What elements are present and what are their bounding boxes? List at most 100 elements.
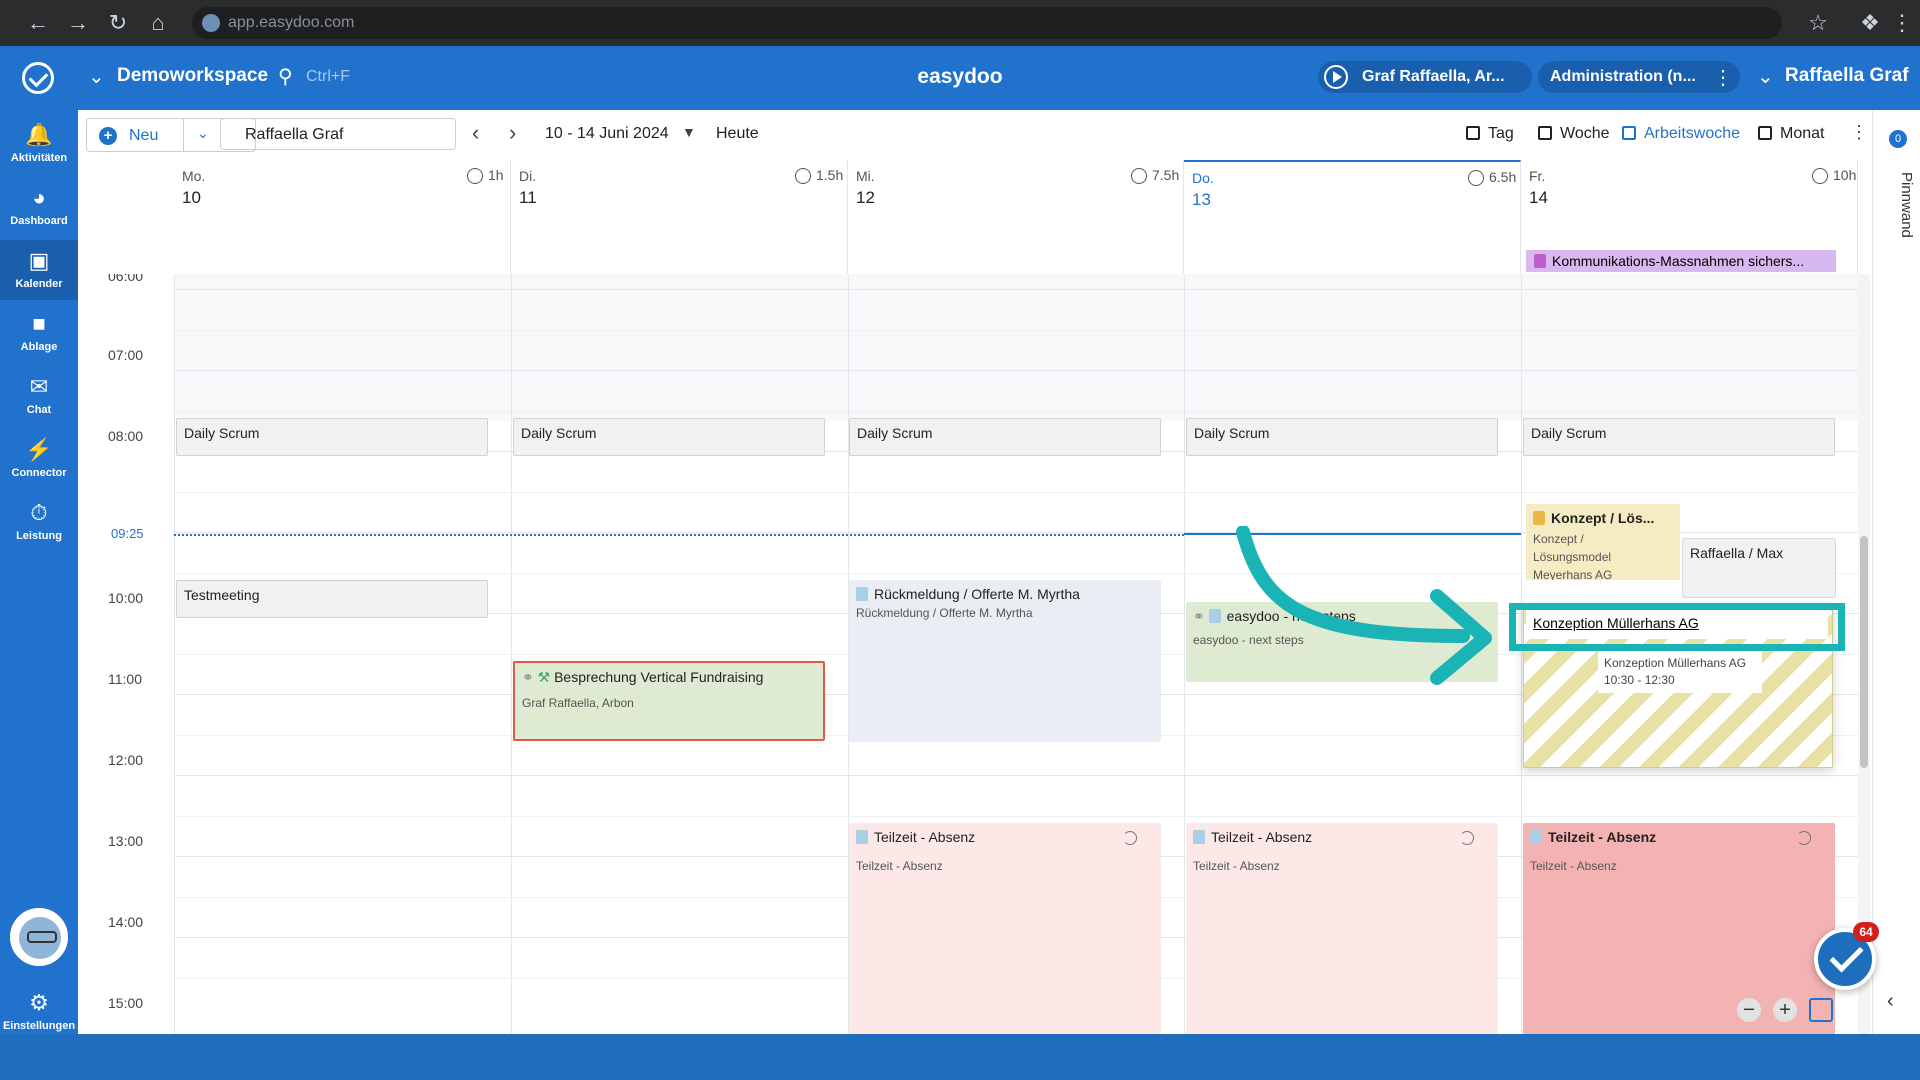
tooltip-title: Konzeption Müllerhans AG — [1604, 656, 1747, 670]
task-icon — [856, 587, 868, 601]
event-subtitle: Teilzeit - Absenz — [1193, 859, 1280, 873]
easydoo-logo-icon[interactable] — [22, 62, 54, 94]
divider — [183, 119, 184, 151]
project-pill[interactable]: Administration (n... ⋮ — [1538, 61, 1740, 93]
sidebar-item-ablage[interactable]: ■ Ablage — [0, 303, 78, 363]
day-number: 13 — [1192, 190, 1211, 209]
sidebar-item-aktivitaeten[interactable]: 🔔 Aktivitäten — [0, 114, 78, 174]
link-icon: ⚭ — [522, 669, 538, 685]
kebab-menu-icon[interactable]: ⋮ — [1850, 122, 1868, 143]
kebab-menu-icon[interactable]: ⋮ — [1713, 65, 1733, 90]
view-monat[interactable]: Monat — [1758, 125, 1824, 143]
search-icon[interactable]: ⚲ — [278, 64, 293, 89]
event-rueckmeldung[interactable]: Rückmeldung / Offerte M. Myrtha Rückmeld… — [849, 580, 1161, 742]
zoom-out-button[interactable]: − — [1737, 998, 1761, 1022]
chat-icon: ✉ — [29, 374, 49, 399]
day-number: 14 — [1529, 188, 1548, 207]
stopwatch-icon: ⏱ — [30, 500, 48, 525]
event-title: Daily Scrum — [1531, 425, 1607, 441]
event-title-text: Teilzeit - Absenz — [1211, 829, 1313, 845]
day-name: Mi. — [856, 168, 875, 184]
view-tag[interactable]: Tag — [1466, 125, 1514, 143]
current-time-label: 09:25 — [111, 526, 144, 541]
day-name: Mo. — [182, 168, 206, 184]
workspace-switcher[interactable]: Demoworkspace — [117, 65, 268, 87]
day-header-di[interactable]: Di. 11 1.5h — [511, 160, 848, 274]
today-button[interactable]: Heute — [716, 125, 759, 143]
pinnwand-tab[interactable]: Pinnwand — [1881, 172, 1915, 238]
sidebar-item-dashboard[interactable]: ◕ Dashboard — [0, 177, 78, 237]
play-icon[interactable] — [1324, 65, 1348, 89]
calendar-check-icon[interactable] — [1809, 998, 1833, 1022]
view-label: Woche — [1560, 125, 1610, 142]
event-testmeeting[interactable]: Testmeeting — [176, 580, 488, 618]
day-header-do[interactable]: Do. 13 6.5h — [1184, 160, 1521, 274]
view-label: Monat — [1780, 125, 1825, 142]
event-subtitle: Teilzeit - Absenz — [1530, 859, 1617, 873]
avatar[interactable] — [10, 908, 68, 966]
avatar-image — [19, 917, 61, 959]
view-woche[interactable]: Woche — [1538, 125, 1610, 143]
event-daily-scrum[interactable]: Daily Scrum — [1523, 418, 1835, 456]
forward-icon[interactable]: → — [64, 9, 92, 37]
sidebar-item-einstellungen[interactable]: ⚙ Einstellungen — [0, 982, 78, 1032]
annotation-arrow-icon — [1236, 526, 1492, 685]
event-daily-scrum[interactable]: Daily Scrum — [1186, 418, 1498, 456]
address-bar[interactable]: app.easydoo.com — [192, 7, 1782, 39]
timer-label: Graf Raffaella, Ar... — [1362, 68, 1505, 85]
event-konzept[interactable]: Konzept / Lös... Konzept / Lösungsmodel … — [1526, 504, 1680, 580]
scrollbar-thumb[interactable] — [1860, 536, 1868, 768]
user-menu[interactable]: Raffaella Graf — [1785, 65, 1909, 87]
sidebar-item-label: Leistung — [16, 530, 62, 542]
chevron-down-icon[interactable]: ⌄ — [197, 125, 209, 142]
task-icon — [1534, 254, 1546, 268]
pinnwand-count-badge[interactable]: 0 — [1889, 130, 1907, 148]
calendar-icon — [1758, 126, 1772, 140]
vertical-scrollbar[interactable] — [1858, 274, 1870, 1034]
event-raffaella-max[interactable]: Raffaella / Max — [1682, 538, 1836, 598]
event-daily-scrum[interactable]: Daily Scrum — [176, 418, 488, 456]
reload-icon[interactable]: ↻ — [104, 9, 132, 37]
day-name: Do. — [1192, 170, 1214, 186]
chevron-left-icon[interactable]: ‹ — [1887, 990, 1894, 1013]
event-absence[interactable]: Teilzeit - Absenz Teilzeit - Absenz — [1186, 823, 1498, 1034]
clock-icon — [1131, 168, 1147, 184]
day-number: 10 — [182, 188, 201, 207]
event-daily-scrum[interactable]: Daily Scrum — [513, 418, 825, 456]
sidebar-item-chat[interactable]: ✉ Chat — [0, 366, 78, 426]
allday-event[interactable]: Kommunikations-Massnahmen sichers... — [1526, 250, 1836, 272]
chevron-right-icon[interactable]: › — [509, 120, 516, 146]
person-selector[interactable]: Raffaella Graf — [220, 118, 456, 150]
plus-icon: + — [99, 127, 117, 145]
calendar-icon — [1466, 126, 1480, 140]
caret-down-icon[interactable]: ▼ — [682, 124, 696, 140]
sidebar-item-leistung[interactable]: ⏱ Leistung — [0, 492, 78, 552]
bookmark-star-icon[interactable]: ☆ — [1804, 9, 1832, 37]
day-header-mo[interactable]: Mo. 10 1h — [174, 160, 511, 274]
zoom-in-button[interactable]: + — [1773, 998, 1797, 1022]
url-text: app.easydoo.com — [228, 14, 355, 31]
task-icon — [1193, 830, 1205, 844]
sidebar-item-connector[interactable]: ⚡ Connector — [0, 429, 78, 489]
task-icon — [1208, 609, 1221, 623]
event-besprechung[interactable]: ⚭ ⚒ Besprechung Vertical Fundraising Gra… — [513, 661, 825, 741]
chevron-left-icon[interactable]: ‹ — [472, 120, 479, 146]
extensions-icon[interactable]: ❖ — [1856, 9, 1884, 37]
sidebar-item-kalender[interactable]: ▣ Kalender — [0, 240, 78, 300]
event-daily-scrum[interactable]: Daily Scrum — [849, 418, 1161, 456]
app-header: ⌄ Demoworkspace ⚲ Ctrl+F easydoo Graf Ra… — [0, 46, 1920, 110]
day-header-mi[interactable]: Mi. 12 7.5h — [848, 160, 1184, 274]
search-shortcut-hint[interactable]: Ctrl+F — [306, 68, 350, 86]
pinnwand-rail: 0 Pinnwand ‹ — [1872, 110, 1920, 1034]
event-title-text: Rückmeldung / Offerte M. Myrtha — [874, 586, 1080, 602]
chevron-down-icon[interactable]: ⌄ — [1757, 64, 1774, 89]
column-divider — [174, 274, 175, 1034]
view-arbeitswoche[interactable]: Arbeitswoche — [1622, 125, 1740, 143]
date-range-picker[interactable]: 10 - 14 Juni 2024 — [545, 125, 669, 143]
home-icon[interactable]: ⌂ — [144, 9, 172, 37]
back-icon[interactable]: ← — [24, 9, 52, 37]
time-tracker-pill[interactable]: Graf Raffaella, Ar... — [1318, 61, 1532, 93]
event-absence[interactable]: Teilzeit - Absenz Teilzeit - Absenz — [849, 823, 1161, 1034]
chevron-down-icon[interactable]: ⌄ — [88, 64, 105, 89]
browser-menu-icon[interactable]: ⋮ — [1888, 9, 1916, 37]
